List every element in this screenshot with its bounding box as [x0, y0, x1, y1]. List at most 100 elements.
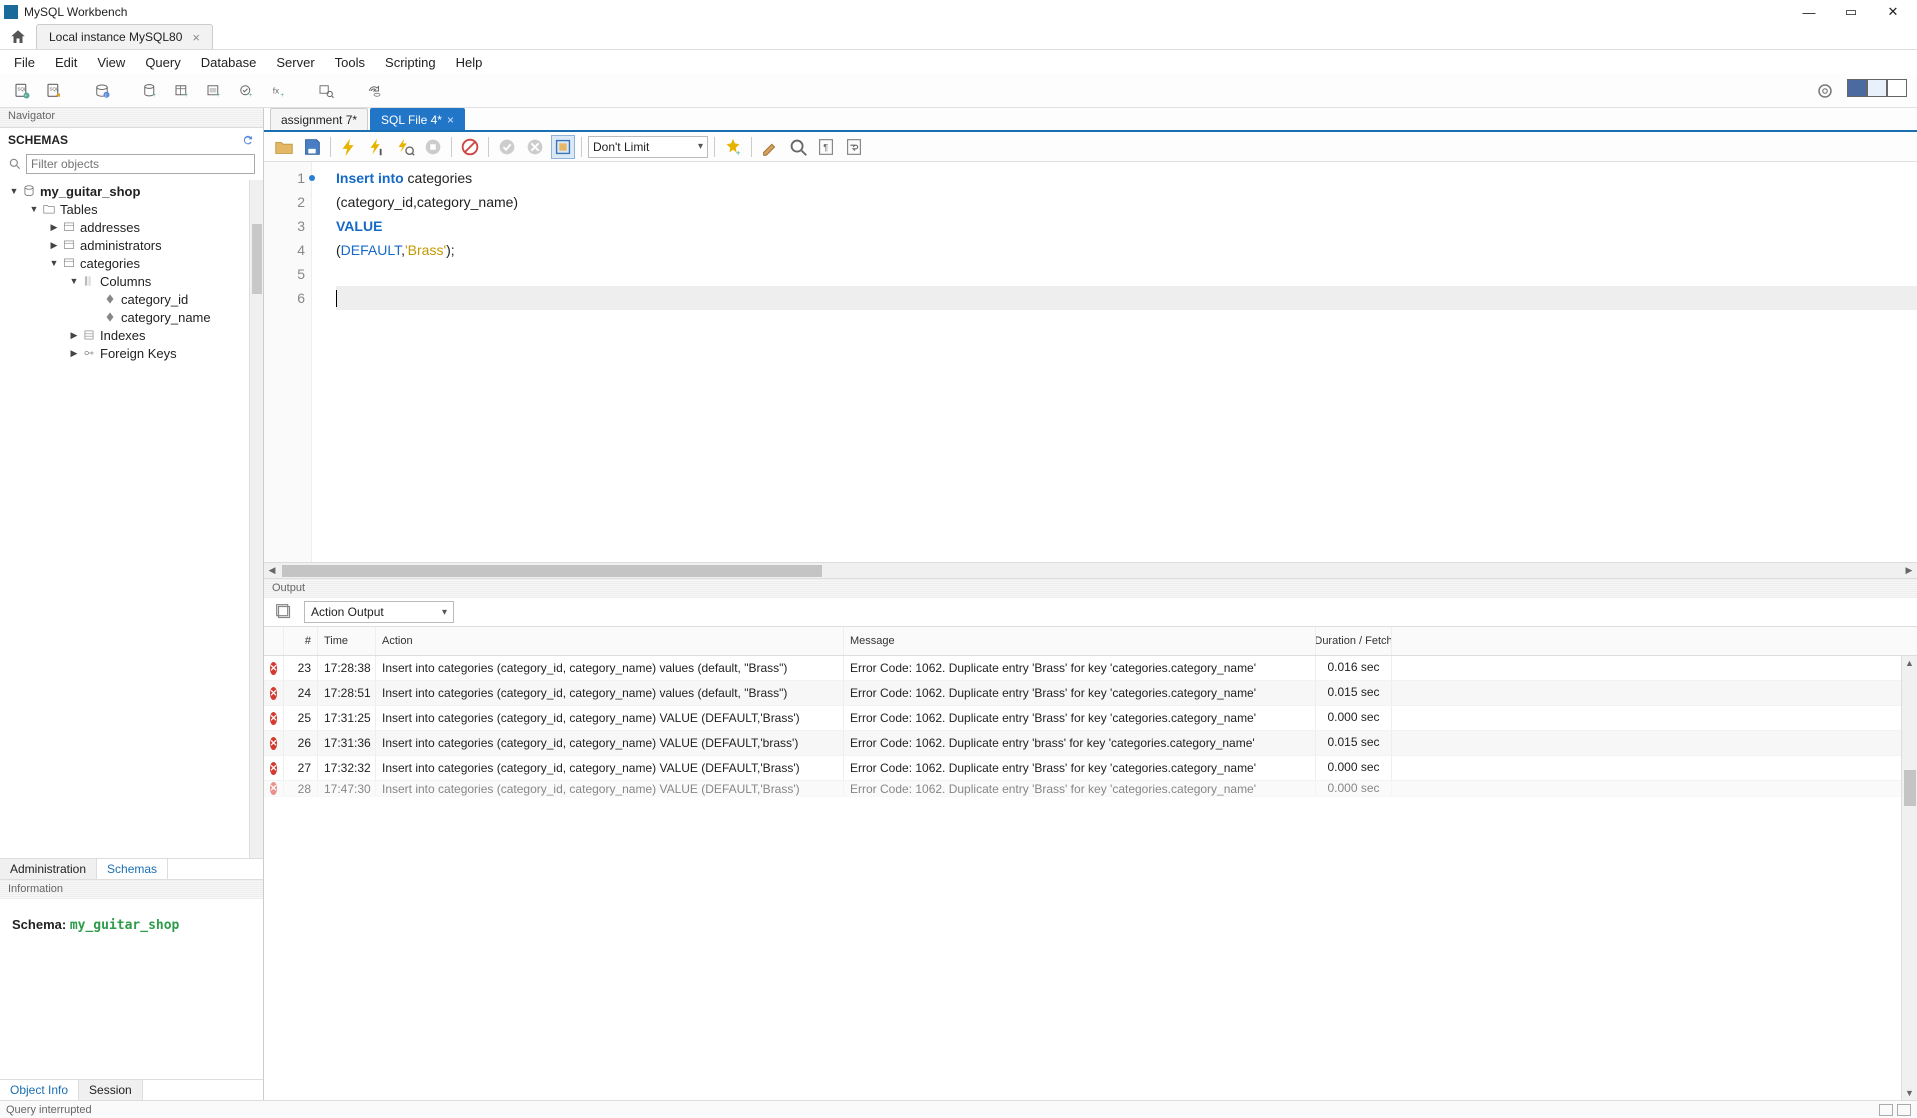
menu-help[interactable]: Help: [446, 52, 493, 73]
create-func-button[interactable]: fx+: [266, 79, 290, 103]
output-row[interactable]: ✕2717:32:32Insert into categories (categ…: [264, 756, 1917, 781]
tree-foreign-keys[interactable]: Foreign Keys: [100, 346, 177, 361]
col-num[interactable]: #: [284, 627, 318, 655]
menu-tools[interactable]: Tools: [325, 52, 375, 73]
toggle-limit-button[interactable]: [551, 135, 575, 159]
toggle-autocommit-button[interactable]: [458, 135, 482, 159]
tree-column[interactable]: category_name: [121, 310, 211, 325]
tree-tables[interactable]: Tables: [60, 202, 98, 217]
limit-select[interactable]: Don't Limit: [588, 136, 708, 158]
close-icon[interactable]: ×: [192, 30, 200, 45]
tab-session[interactable]: Session: [79, 1080, 143, 1100]
close-window-button[interactable]: ✕: [1873, 1, 1913, 23]
toggle-output-button[interactable]: [1867, 79, 1887, 97]
schema-tree[interactable]: ▼ my_guitar_shop ▼ Tables ▶ addresses ▶ …: [0, 180, 263, 858]
menu-database[interactable]: Database: [191, 52, 267, 73]
col-time[interactable]: Time: [318, 627, 376, 655]
svg-text:SQL: SQL: [50, 86, 60, 91]
tree-table[interactable]: addresses: [80, 220, 140, 235]
tree-table[interactable]: administrators: [80, 238, 162, 253]
minimize-button[interactable]: —: [1789, 1, 1829, 23]
search-icon: [8, 157, 22, 171]
wrap-button[interactable]: [842, 135, 866, 159]
brush-button[interactable]: [758, 135, 782, 159]
execute-current-button[interactable]: [365, 135, 389, 159]
tab-schemas[interactable]: Schemas: [97, 859, 168, 879]
open-file-button[interactable]: [272, 135, 296, 159]
menu-scripting[interactable]: Scripting: [375, 52, 446, 73]
column-icon: [102, 310, 118, 324]
sql-editor[interactable]: 1 2 3 4 5 6 Insert into categories (cate…: [264, 162, 1917, 562]
refresh-icon[interactable]: [241, 133, 255, 147]
table-icon: [61, 220, 77, 234]
information-header: Information: [0, 879, 263, 899]
menu-file[interactable]: File: [4, 52, 45, 73]
editor-h-scrollbar[interactable]: ◀ ▶: [264, 562, 1917, 578]
output-row[interactable]: ✕2317:28:38Insert into categories (categ…: [264, 656, 1917, 681]
editor-tab[interactable]: SQL File 4* ×: [370, 108, 465, 130]
pilcrow-icon: ¶: [815, 136, 837, 158]
tab-object-info[interactable]: Object Info: [0, 1080, 79, 1100]
tree-column[interactable]: category_id: [121, 292, 188, 307]
col-message[interactable]: Message: [844, 627, 1316, 655]
beautify-button[interactable]: +: [721, 135, 745, 159]
col-action[interactable]: Action: [376, 627, 844, 655]
navigator-header: Navigator: [0, 108, 263, 128]
output-type-select[interactable]: Action Output: [304, 601, 454, 623]
connection-tab[interactable]: Local instance MySQL80 ×: [36, 24, 213, 49]
error-icon: ✕: [270, 712, 278, 725]
output-row[interactable]: ✕2817:47:30Insert into categories (categ…: [264, 781, 1917, 797]
maximize-button[interactable]: ▭: [1831, 1, 1871, 23]
search-table-button[interactable]: [314, 79, 338, 103]
inspector-button[interactable]: i: [90, 79, 114, 103]
output-row[interactable]: ✕2417:28:51Insert into categories (categ…: [264, 681, 1917, 706]
execute-button[interactable]: [337, 135, 361, 159]
editor-tab[interactable]: assignment 7*: [270, 108, 368, 130]
toggle-sidebar-button[interactable]: [1847, 79, 1867, 97]
lightning-icon: [338, 136, 360, 158]
reconnect-button[interactable]: [362, 79, 386, 103]
tree-columns[interactable]: Columns: [100, 274, 151, 289]
rollback-button[interactable]: [523, 135, 547, 159]
open-sql-button[interactable]: SQL: [42, 79, 66, 103]
toggle-invisible-button[interactable]: ¶: [814, 135, 838, 159]
svg-text:+: +: [152, 92, 156, 99]
svg-text:SQL: SQL: [18, 86, 28, 91]
tab-administration[interactable]: Administration: [0, 859, 97, 879]
tree-scrollbar[interactable]: [249, 180, 263, 858]
menu-edit[interactable]: Edit: [45, 52, 87, 73]
close-icon[interactable]: ×: [447, 113, 454, 127]
create-view-button[interactable]: +: [202, 79, 226, 103]
tree-indexes[interactable]: Indexes: [100, 328, 146, 343]
menu-server[interactable]: Server: [266, 52, 324, 73]
file-sql-icon: SQL +: [13, 82, 31, 100]
create-schema-button[interactable]: +: [138, 79, 162, 103]
create-proc-button[interactable]: +: [234, 79, 258, 103]
filter-objects-input[interactable]: [26, 154, 255, 174]
output-window-button[interactable]: [272, 600, 296, 624]
tree-table[interactable]: categories: [80, 256, 140, 271]
svg-text:+: +: [184, 92, 188, 99]
menu-query[interactable]: Query: [135, 52, 190, 73]
editor-tabs: assignment 7* SQL File 4* ×: [264, 108, 1917, 132]
explain-button[interactable]: [393, 135, 417, 159]
output-row[interactable]: ✕2517:31:25Insert into categories (categ…: [264, 706, 1917, 731]
menu-view[interactable]: View: [87, 52, 135, 73]
commit-button[interactable]: [495, 135, 519, 159]
app-icon: [4, 5, 18, 19]
home-button[interactable]: [0, 24, 36, 50]
tree-db[interactable]: my_guitar_shop: [40, 184, 140, 199]
output-row[interactable]: ✕2617:31:36Insert into categories (categ…: [264, 731, 1917, 756]
stop-button[interactable]: [421, 135, 445, 159]
save-file-button[interactable]: [300, 135, 324, 159]
enterprise-button[interactable]: [1813, 79, 1837, 103]
svg-text:+: +: [25, 93, 28, 98]
col-duration[interactable]: Duration / Fetch: [1316, 627, 1392, 655]
find-button[interactable]: [786, 135, 810, 159]
gear-circle-icon: [1816, 82, 1834, 100]
output-v-scrollbar[interactable]: ▲ ▼: [1901, 656, 1917, 1100]
toggle-secondary-button[interactable]: [1887, 79, 1907, 97]
new-sql-tab-button[interactable]: SQL +: [10, 79, 34, 103]
create-table-button[interactable]: +: [170, 79, 194, 103]
sql-toolbar: Don't Limit + ¶: [264, 132, 1917, 162]
